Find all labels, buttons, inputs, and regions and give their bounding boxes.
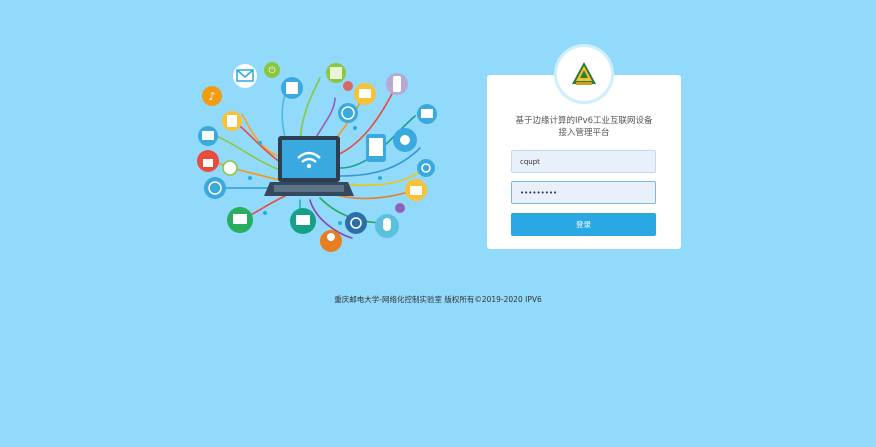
svg-text:♪: ♪ — [208, 90, 215, 103]
university-logo — [557, 47, 611, 101]
password-input[interactable] — [511, 181, 656, 204]
login-button[interactable]: 登录 — [511, 213, 656, 236]
platform-title-line1: 基于边缘计算的IPv6工业互联网设备 — [515, 116, 653, 126]
username-input[interactable] — [511, 150, 656, 173]
platform-title: 基于边缘计算的IPv6工业互联网设备 接入管理平台 — [487, 115, 681, 139]
platform-title-line2: 接入管理平台 — [558, 128, 610, 138]
network-illustration: ⏻ ♪ — [190, 58, 440, 258]
emblem-icon — [572, 62, 596, 85]
network-illustration-graphic: ⏻ ♪ — [197, 62, 437, 252]
svg-text:⏻: ⏻ — [268, 65, 275, 76]
copyright-footer: 重庆邮电大学-网络化控制实验室 版权所有©2019-2020 IPV6 — [334, 295, 542, 304]
